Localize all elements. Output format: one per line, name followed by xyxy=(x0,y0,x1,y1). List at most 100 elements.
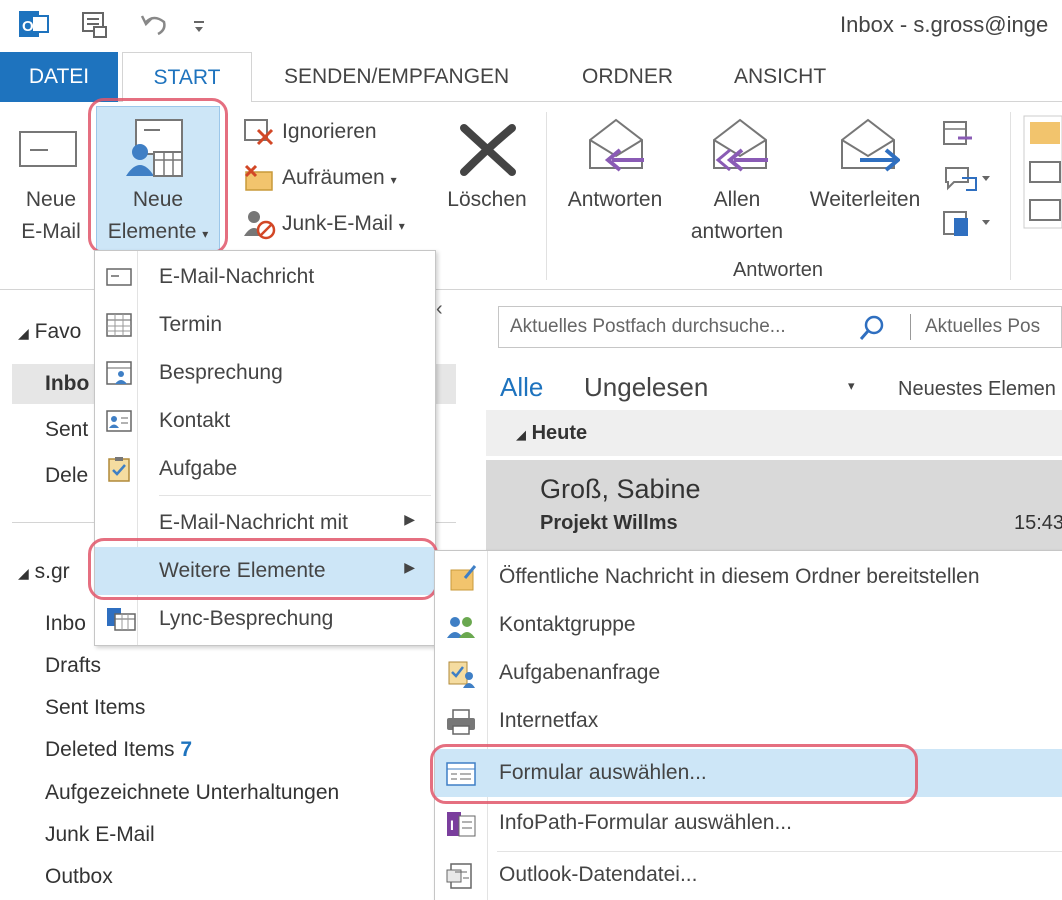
delete-x-icon xyxy=(458,120,518,185)
folder-outbox[interactable]: Outbox xyxy=(45,865,113,889)
tab-start[interactable]: START xyxy=(122,52,252,103)
quick-steps-gallery[interactable] xyxy=(1020,112,1062,237)
more-respond-icon[interactable] xyxy=(942,208,996,243)
meeting-reply-icon[interactable] xyxy=(942,120,976,153)
window-title: Inbox - s.gross@inge xyxy=(840,12,1049,37)
dropdown-arrow-icon: ▾ xyxy=(398,219,405,233)
ignore-icon xyxy=(242,116,276,151)
tab-ordner[interactable]: ORDNER xyxy=(568,52,687,102)
filter-all[interactable]: Alle xyxy=(500,372,543,403)
fax-icon xyxy=(445,708,475,735)
svg-text:O: O xyxy=(22,18,34,35)
more-items-submenu: Öffentliche Nachricht in diesem Ordner b… xyxy=(434,550,1062,900)
contact-card-icon xyxy=(105,408,133,434)
task-clipboard-icon xyxy=(105,456,133,482)
outlook-logo-icon: O xyxy=(18,8,50,40)
undo-icon[interactable] xyxy=(138,8,170,40)
forward-button[interactable]: Weiterleiten xyxy=(800,184,930,216)
folder-recorded-conversations[interactable]: Aufgezeichnete Unterhaltungen xyxy=(45,781,339,805)
junk-label: Junk-E-Mail xyxy=(282,212,393,235)
junk-icon xyxy=(242,208,276,245)
submenu-item-outlook-data-file[interactable]: Outlook-Datendatei... xyxy=(435,851,1062,899)
menu-item-task[interactable]: Aufgabe xyxy=(95,445,435,493)
data-file-icon xyxy=(445,862,473,889)
submenu-item-infopath-form[interactable]: I InfoPath-Formular auswählen... xyxy=(435,799,1062,847)
reply-all-button[interactable]: Allen antworten xyxy=(676,184,798,248)
search-scope-dropdown[interactable]: Aktuelles Pos xyxy=(925,316,1040,338)
favorites-header[interactable]: ◢ Favo xyxy=(18,320,81,344)
submenu-item-label: Aufgabenanfrage xyxy=(499,661,661,684)
junk-button[interactable]: Junk-E-Mail ▾ xyxy=(282,212,405,236)
menu-item-lync-meeting[interactable]: Lync-Besprechung xyxy=(95,595,435,643)
menu-item-label: Termin xyxy=(159,313,223,336)
cleanup-button[interactable]: Aufräumen ▾ xyxy=(282,166,397,190)
forward-icon xyxy=(838,116,902,179)
folder-junk[interactable]: Junk E-Mail xyxy=(45,823,155,847)
submenu-item-internet-fax[interactable]: Internetfax xyxy=(435,697,1062,745)
favorite-inbox[interactable]: Inbo xyxy=(45,372,89,396)
account-header[interactable]: ◢ s.gr xyxy=(18,560,70,584)
mail-subject: Projekt Willms xyxy=(540,512,678,534)
submenu-item-label: Kontaktgruppe xyxy=(499,613,636,636)
calendar-icon xyxy=(105,312,133,338)
folder-sent-items[interactable]: Sent Items xyxy=(45,696,145,720)
group-name: Heute xyxy=(531,422,588,444)
folder-drafts[interactable]: Drafts xyxy=(45,654,101,678)
ignore-button[interactable]: Ignorieren xyxy=(282,120,377,144)
lync-meeting-icon xyxy=(105,606,136,632)
mail-time: 15:43 xyxy=(1014,512,1062,534)
search-divider xyxy=(910,314,911,340)
search-input[interactable]: Aktuelles Postfach durchsuche... xyxy=(510,316,786,338)
collapse-triangle-icon: ◢ xyxy=(18,325,29,341)
delete-button[interactable]: Löschen xyxy=(440,184,534,216)
folder-deleted-items[interactable]: Deleted Items 7 xyxy=(45,738,192,762)
sort-arrow-icon[interactable]: ▾ xyxy=(848,378,855,394)
menu-item-label: Besprechung xyxy=(159,361,283,384)
send-receive-icon[interactable] xyxy=(78,8,110,40)
ribbon-separator xyxy=(546,112,547,280)
new-email-label-2: E-Mail xyxy=(21,220,81,243)
tab-datei[interactable]: DATEI xyxy=(0,52,118,102)
new-email-label-1: Neue xyxy=(25,188,77,211)
cleanup-label: Aufräumen xyxy=(282,166,385,189)
filter-unread[interactable]: Ungelesen xyxy=(584,372,708,403)
favorite-deleted[interactable]: Dele xyxy=(45,464,88,488)
post-icon xyxy=(445,564,477,591)
group-label-antworten: Antworten xyxy=(732,259,824,281)
menu-item-contact[interactable]: Kontakt xyxy=(95,397,435,445)
search-icon[interactable] xyxy=(858,314,886,347)
menu-item-appointment[interactable]: Termin xyxy=(95,301,435,349)
dropdown-arrow-icon: ▾ xyxy=(390,173,397,187)
menu-item-email[interactable]: E-Mail-Nachricht xyxy=(95,253,435,301)
annotation-ring-choose-form xyxy=(430,744,918,804)
menu-item-label: E-Mail-Nachricht xyxy=(159,265,315,288)
submenu-item-contact-group[interactable]: Kontaktgruppe xyxy=(435,601,1062,649)
contact-group-icon xyxy=(445,612,475,638)
im-reply-icon[interactable] xyxy=(942,164,996,199)
folder-deleted-label: Deleted Items xyxy=(45,738,175,761)
menu-item-meeting[interactable]: Besprechung xyxy=(95,349,435,397)
new-email-icon xyxy=(18,130,80,175)
favorite-sent[interactable]: Sent xyxy=(45,418,88,442)
envelope-icon xyxy=(105,264,133,290)
sort-order-dropdown[interactable]: Neuestes Elemen xyxy=(898,378,1056,401)
submenu-item-task-request[interactable]: Aufgabenanfrage xyxy=(435,649,1062,697)
meeting-icon xyxy=(105,360,133,386)
cleanup-icon xyxy=(242,162,276,197)
submenu-item-label: Outlook-Datendatei... xyxy=(499,863,698,886)
mail-sender: Groß, Sabine xyxy=(540,474,701,504)
reply-icon xyxy=(586,116,648,179)
new-email-button[interactable]: Neue E-Mail xyxy=(8,184,94,248)
submenu-arrow-icon: ▶ xyxy=(404,511,415,527)
folder-inbox[interactable]: Inbo xyxy=(45,612,86,636)
reply-all-label-2: antworten xyxy=(690,220,784,243)
infopath-icon: I xyxy=(445,810,476,837)
submenu-item-post[interactable]: Öffentliche Nachricht in diesem Ordner b… xyxy=(435,553,1062,601)
collapse-pane-icon[interactable]: ‹ xyxy=(436,298,443,321)
tab-senden-empfangen[interactable]: SENDEN/EMPFANGEN xyxy=(270,52,523,102)
reply-button[interactable]: Antworten xyxy=(556,184,674,216)
tab-ansicht[interactable]: ANSICHT xyxy=(720,52,840,102)
reply-all-icon xyxy=(704,116,772,179)
customize-qat-icon[interactable] xyxy=(190,8,222,40)
menu-item-label: Lync-Besprechung xyxy=(159,607,334,630)
